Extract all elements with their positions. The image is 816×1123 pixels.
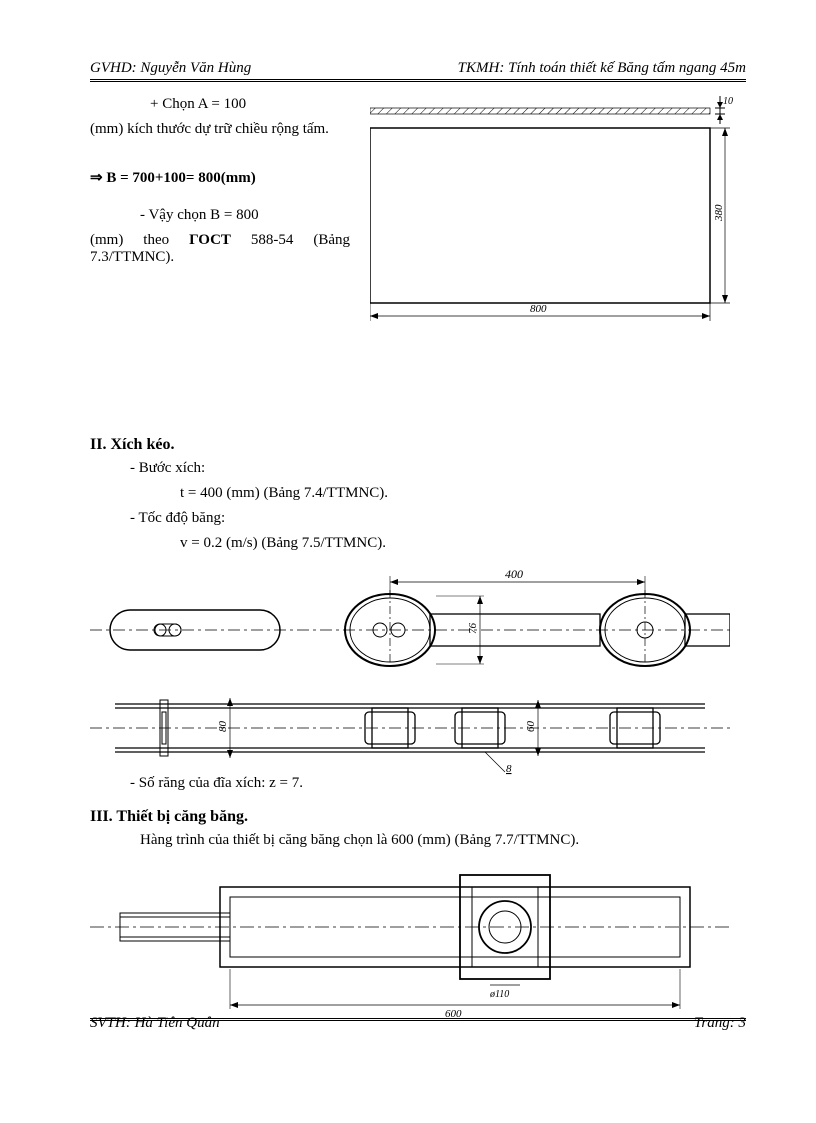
dim-phi110: ø110 [489,989,509,1000]
header-left: GVHD: Nguyễn Văn Hùng [90,60,251,77]
dim-80: 80 [217,721,229,733]
s1-p1a: + Chọn A = 100 [90,96,350,113]
dim-8: 8 [506,763,512,775]
chain-diagram-side: 80 60 8 [90,690,746,775]
s1-p2a: - Vậy chọn B = 800 [90,207,259,223]
footer-right: Trang: 3 [694,1015,746,1032]
s2-p2: - Tốc đđộ băng: [90,510,746,527]
s1-p1b: (mm) kích thước dự trữ chiều rộng tấm. [90,121,350,138]
s1-gost: ГОСТ [189,232,231,248]
footer-left: SVTH: Hà Tiên Quân [90,1015,220,1032]
s2-p3: - Số răng của đĩa xích: z = 7. [90,775,746,792]
header-rule [90,79,746,82]
section1-text: + Chọn A = 100 (mm) kích thước dự trữ ch… [90,96,350,336]
header-right: TKMH: Tính toán thiết kế Băng tấm ngang … [458,60,746,77]
s3-p1: Hàng trình của thiết bị căng băng chọn l… [90,832,746,849]
dim-380: 380 [713,204,725,222]
s1-formula: ⇒ B = 700+100= 800(mm) [90,168,350,187]
dim-10: 10 [723,96,733,107]
s1-p2b: (mm) theo [90,232,189,248]
dim-800: 800 [530,303,547,315]
dim-76: 76 [467,623,479,635]
chain-diagram-top: 400 76 [90,570,746,680]
tensioner-diagram: ø110 600 [90,869,746,1019]
section2-title: II. Xích kéo. [90,436,746,454]
section3-title: III. Thiết bị căng băng. [90,808,746,826]
s2-p2v: v = 0.2 (m/s) (Bảng 7.5/TTMNC). [90,535,746,552]
dim-60: 60 [525,721,537,733]
plate-diagram: 10 380 800 [370,96,746,336]
dim-400: 400 [505,570,523,581]
s2-p1: - Bước xích: [90,460,746,477]
page-header: GVHD: Nguyễn Văn Hùng TKMH: Tính toán th… [90,60,746,77]
s2-p1v: t = 400 (mm) (Bảng 7.4/TTMNC). [90,485,746,502]
page-footer: SVTH: Hà Tiên Quân Trang: 3 [90,1015,746,1032]
